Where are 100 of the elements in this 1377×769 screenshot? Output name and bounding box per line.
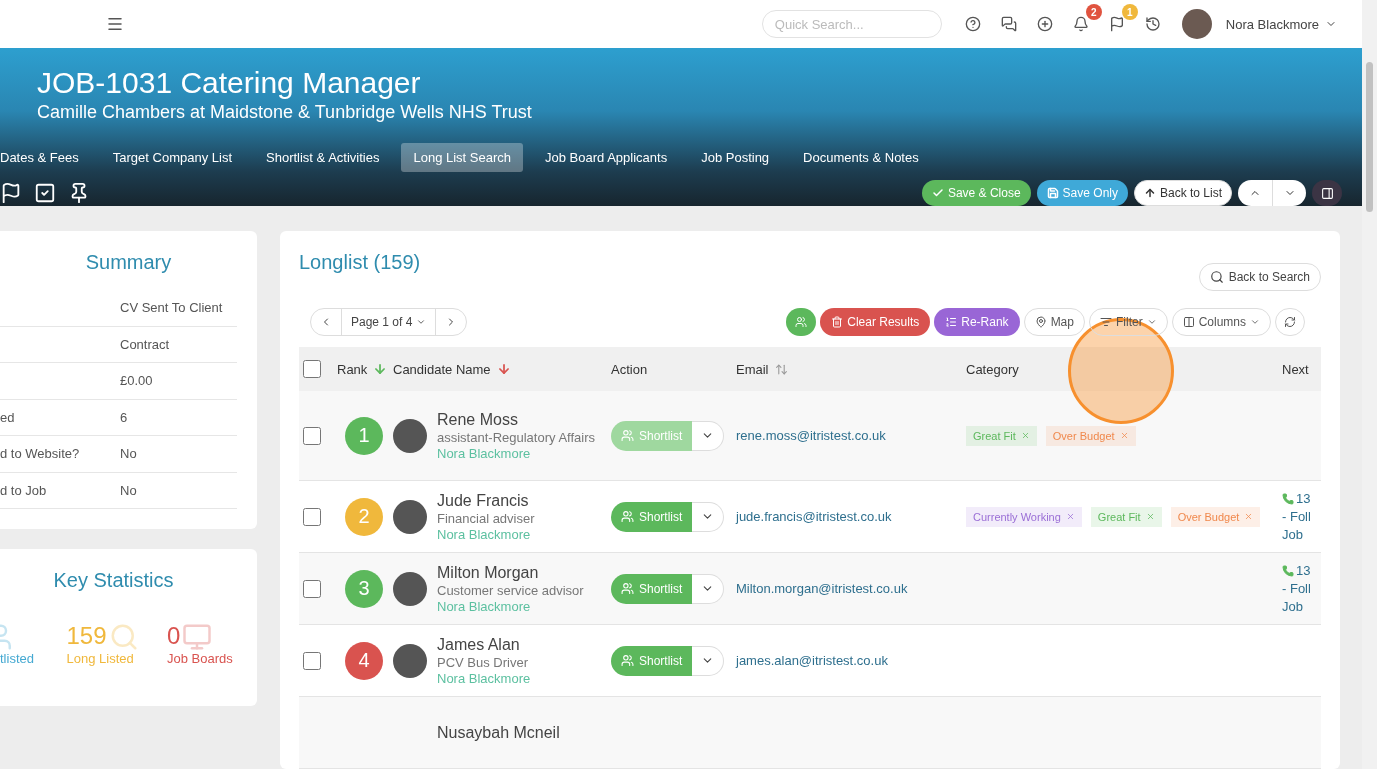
rank-badge: 1 [345, 416, 383, 455]
candidate-avatar [393, 499, 427, 534]
panel-title: Longlist (159) [299, 251, 421, 274]
statistic-label: Long Listed [66, 652, 135, 666]
arrow-up-icon [1143, 187, 1156, 199]
statistic-value: 159 [66, 622, 107, 650]
candidate-name[interactable]: James Alan [437, 635, 531, 654]
trash-icon [831, 316, 844, 328]
flag-icon[interactable] [0, 182, 22, 204]
owner-name: Nora Blackmore [437, 670, 531, 686]
summary-value: £0.00 [120, 373, 154, 389]
candidate-avatar [393, 571, 427, 606]
candidate-name[interactable]: Jude Francis [437, 491, 535, 510]
columns-icon [1182, 316, 1195, 328]
summary-value: CV Sent To Client [120, 300, 224, 316]
header-button[interactable]: Back to List [1133, 180, 1232, 206]
select-all-checkbox[interactable] [303, 360, 321, 378]
check-icon [931, 187, 944, 199]
email-link[interactable]: jude.francis@itristest.co.uk [736, 509, 966, 524]
card-title: Summary [84, 250, 173, 275]
category-tag: Over Budget [1170, 506, 1261, 527]
filter-icon [1099, 316, 1112, 328]
job-title: JOB-1031 Catering Manager [37, 66, 422, 100]
row-checkbox[interactable] [303, 507, 321, 526]
row-checkbox[interactable] [303, 651, 321, 670]
next-action-text: 13 [1282, 489, 1321, 508]
nav-tab[interactable]: Shortlist & Activities [254, 143, 392, 172]
search-icon [1209, 270, 1224, 284]
candidate-name[interactable]: Nusaybah Mcneil [437, 723, 560, 742]
next-action-text: Job [1282, 525, 1304, 544]
column-header[interactable]: Candidate Name [393, 361, 611, 377]
nav-tab[interactable]: Target Company List [100, 143, 244, 172]
summary-label: d to Website? [0, 446, 81, 462]
candidate-name[interactable]: Rene Moss [437, 410, 595, 429]
summary-value: No [120, 482, 138, 498]
column-header[interactable]: Action [611, 361, 736, 377]
flag-count: 1 [1121, 4, 1138, 20]
panel-toggle-button[interactable] [1312, 180, 1342, 206]
ordered-list-icon [945, 316, 958, 328]
phone-icon [1282, 492, 1294, 505]
nav-tab[interactable]: Job Posting [689, 143, 782, 172]
map-pin-icon [1034, 316, 1047, 328]
people-icon [621, 582, 634, 595]
category-tag: Currently Working [966, 506, 1082, 527]
owner-name: Nora Blackmore [437, 598, 532, 614]
notification-count: 2 [1085, 4, 1102, 20]
job-subtitle: Camille Chambers at Maidstone & Tunbridge Wells NHS Trust [37, 102, 533, 123]
card-title: Key Statistics [52, 568, 175, 593]
candidate-title: Customer service advisor [437, 581, 584, 599]
statistic-label: tlisted [0, 652, 35, 666]
nav-tab[interactable]: Dates & Fees [0, 143, 91, 172]
next-action-text: 13 [1282, 561, 1321, 580]
row-checkbox[interactable] [303, 426, 321, 445]
column-header[interactable]: Email [736, 361, 966, 377]
nav-tab[interactable]: Documents & Notes [791, 143, 931, 172]
summary-value: 6 [120, 409, 129, 425]
rank-badge: 4 [345, 641, 383, 680]
summary-value: Contract [120, 336, 171, 352]
email-link[interactable]: rene.moss@itristest.co.uk [736, 428, 966, 443]
people-icon [621, 510, 634, 523]
refresh-icon [1284, 316, 1296, 328]
row-checkbox[interactable] [303, 579, 321, 598]
scrollbar[interactable] [1362, 0, 1377, 769]
save-icon [1046, 187, 1059, 199]
people-icon [795, 316, 808, 328]
nav-tab[interactable]: Long List Search [401, 143, 523, 172]
user-menu[interactable]: Nora Blackmore [1181, 9, 1337, 39]
people-icon [621, 429, 634, 442]
candidate-title: assistant-Regulatory Affairs [437, 428, 595, 446]
candidate-title: Financial adviser [437, 509, 535, 527]
statistic-value: 0 [167, 622, 181, 650]
email-link[interactable]: james.alan@itristest.co.uk [736, 653, 966, 668]
clear-results-button[interactable]: Clear Results [820, 308, 931, 336]
next-action-text: - Foll [1282, 507, 1312, 526]
candidate-avatar [393, 418, 427, 453]
summary-label: ed [0, 409, 16, 425]
category-tag: Great Fit [966, 425, 1037, 446]
shortlist-button[interactable] [786, 308, 817, 336]
checkbox-icon[interactable] [34, 182, 56, 204]
candidate-title: PCV Bus Driver [437, 653, 530, 671]
panel-icon [1320, 186, 1334, 200]
column-header[interactable]: Category [966, 361, 1282, 377]
re-rank-button[interactable]: Re-Rank [934, 308, 1020, 336]
caret-icon [1250, 317, 1260, 327]
remove-icon[interactable] [1065, 512, 1075, 521]
rank-badge: 3 [345, 569, 383, 608]
next-action-text: - Foll [1282, 579, 1312, 598]
user-avatar [1181, 9, 1212, 39]
quick-search-field[interactable]: Quick Search... [761, 10, 942, 38]
category-tag: Great Fit [1090, 506, 1162, 527]
candidate-name[interactable]: Milton Morgan [437, 563, 584, 582]
summary-label: d to Job [0, 482, 48, 498]
email-link[interactable]: Milton.morgan@itristest.co.uk [736, 581, 966, 596]
summary-value: No [120, 446, 138, 462]
column-header[interactable]: Rank [335, 361, 393, 377]
nav-tab[interactable]: Job Board Applicants [533, 143, 680, 172]
back-to-search-button[interactable]: Back to Search [1198, 263, 1321, 291]
caret-icon [1146, 317, 1157, 327]
phone-icon [1282, 564, 1294, 577]
column-header[interactable]: Next [1282, 361, 1321, 377]
